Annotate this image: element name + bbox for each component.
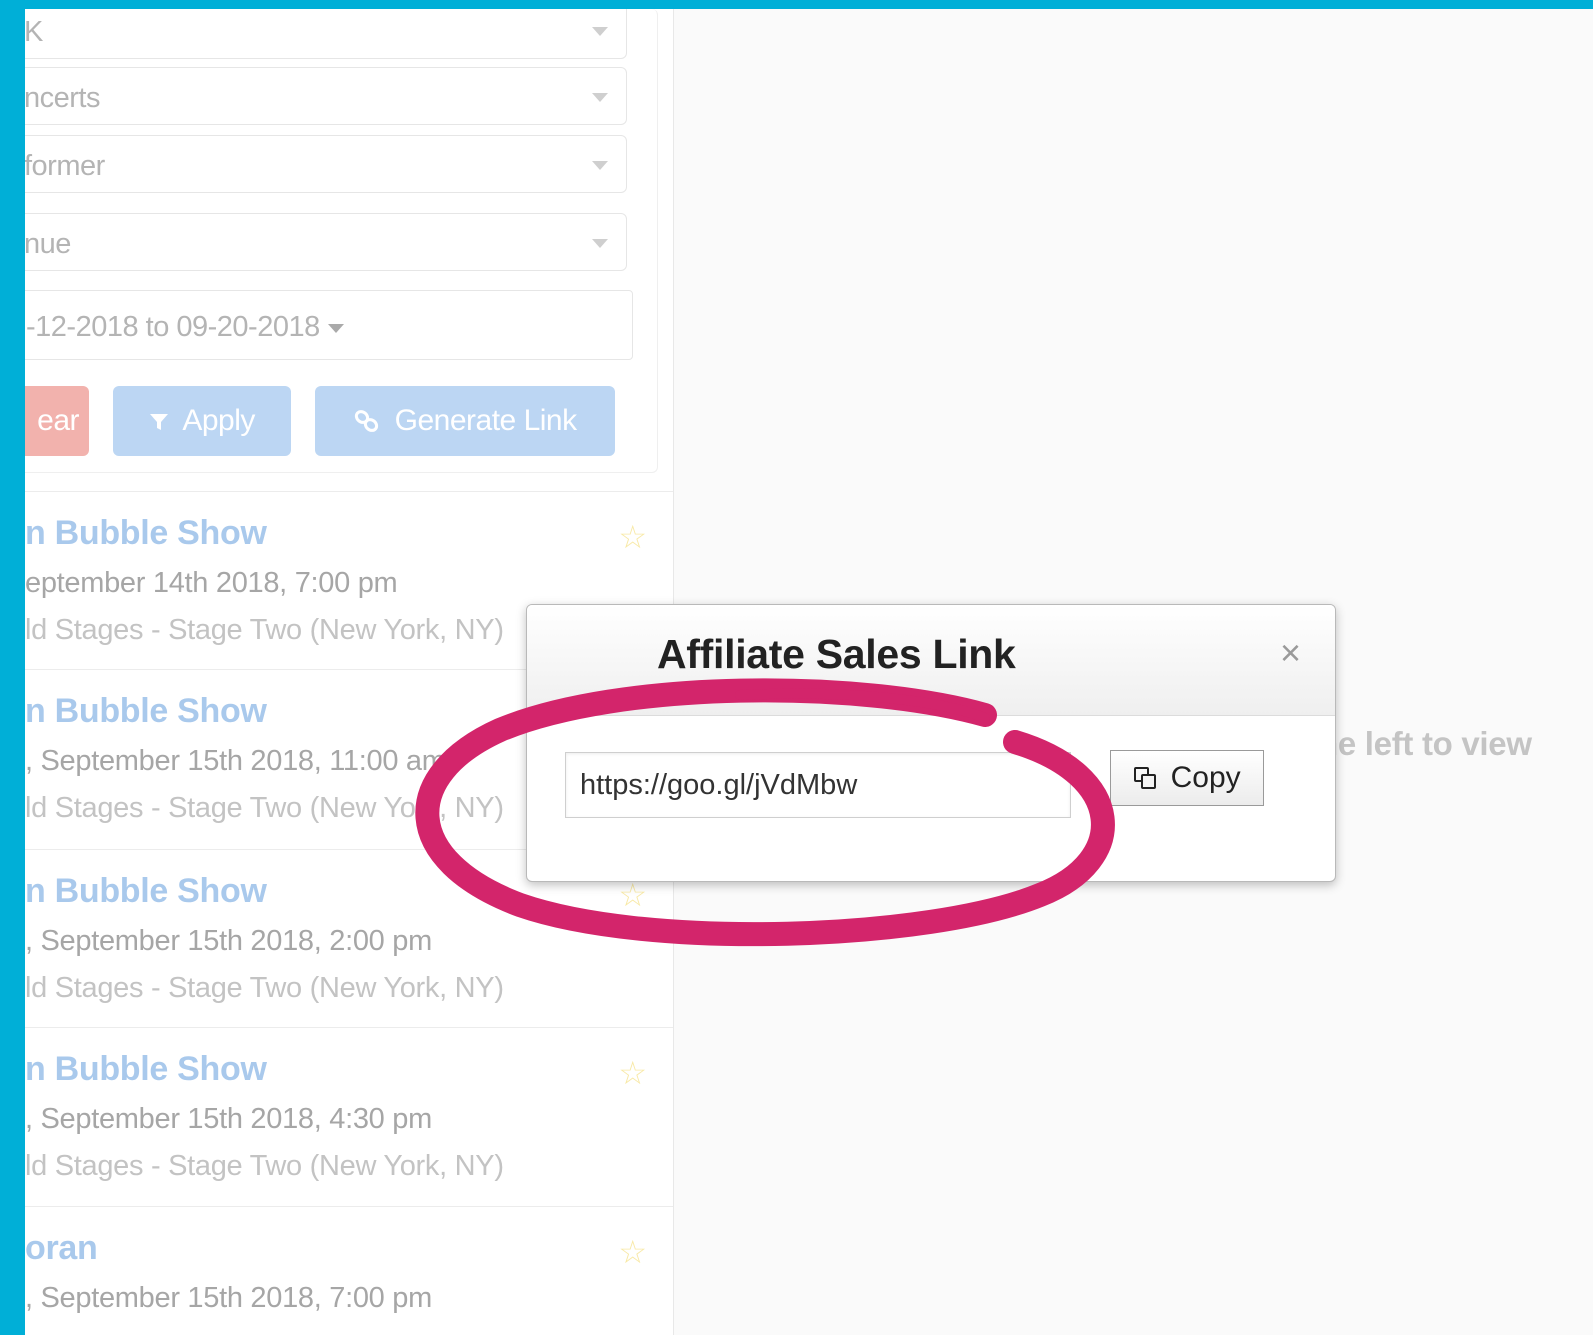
generate-link-button[interactable]: Generate Link (315, 386, 615, 456)
chevron-down-icon (327, 323, 344, 333)
event-venue: ld Stages - Stage Two (New York, NY) (25, 1150, 504, 1182)
category-select-value: K (25, 16, 43, 48)
chevron-down-icon (592, 27, 608, 36)
star-icon[interactable]: ☆ (618, 518, 647, 556)
star-icon[interactable]: ☆ (618, 1054, 647, 1092)
event-date: eptember 14th 2018, 7:00 pm (25, 567, 398, 599)
affiliate-link-modal: Affiliate Sales Link × Copy (526, 604, 1336, 882)
chevron-down-icon (592, 239, 608, 248)
performer-select-value: former (25, 150, 105, 182)
category-select[interactable]: K (25, 9, 627, 59)
modal-title: Affiliate Sales Link (657, 631, 1016, 677)
apply-button[interactable]: Apply (113, 386, 291, 456)
event-venue: ld Stages - Stage Two (New York, NY) (25, 792, 504, 824)
star-icon[interactable]: ☆ (618, 1233, 647, 1271)
event-title: oran (25, 1229, 98, 1267)
event-title: n Bubble Show (25, 1050, 267, 1088)
copy-button-label: Copy (1170, 761, 1241, 794)
event-title: n Bubble Show (25, 692, 267, 730)
date-range-picker[interactable]: -12-2018 to 09-20-2018 (25, 290, 633, 360)
venue-select[interactable]: nue (25, 213, 627, 271)
event-title: n Bubble Show (25, 514, 267, 552)
event-list-item[interactable]: n Bubble Show , September 15th 2018, 4:3… (25, 1027, 673, 1205)
clear-button[interactable]: ear (25, 386, 89, 456)
generate-link-button-label: Generate Link (394, 404, 577, 437)
affiliate-link-input[interactable] (565, 752, 1071, 818)
copy-button[interactable]: Copy (1110, 750, 1264, 806)
performer-select[interactable]: former (25, 135, 627, 193)
event-venue: ld Stages - Stage Two (New York, NY) (25, 972, 504, 1004)
close-icon[interactable]: × (1280, 635, 1301, 671)
event-title: n Bubble Show (25, 872, 267, 910)
venue-select-value: nue (25, 228, 71, 260)
chevron-down-icon (592, 93, 608, 102)
event-date: , September 15th 2018, 11:00 am (25, 745, 446, 777)
apply-button-label: Apply (182, 404, 255, 437)
clear-button-label: ear (37, 404, 79, 437)
event-date: , September 15th 2018, 4:30 pm (25, 1103, 432, 1135)
date-range-value: -12-2018 to 09-20-2018 (26, 311, 320, 343)
filter-icon (149, 405, 176, 436)
type-select[interactable]: ncerts (25, 67, 627, 125)
event-date: , September 15th 2018, 7:00 pm (25, 1282, 432, 1314)
event-venue: ld Stages - Stage Two (New York, NY) (25, 614, 504, 646)
type-select-value: ncerts (25, 82, 100, 114)
copy-icon (1133, 763, 1164, 793)
event-date: , September 15th 2018, 2:00 pm (25, 925, 432, 957)
chevron-down-icon (592, 161, 608, 170)
modal-header: Affiliate Sales Link × (527, 605, 1335, 716)
main-empty-hint: he left to view (1318, 725, 1532, 762)
link-icon (353, 405, 388, 436)
event-list-item[interactable]: oran , September 15th 2018, 7:00 pm ☆ (25, 1206, 673, 1335)
